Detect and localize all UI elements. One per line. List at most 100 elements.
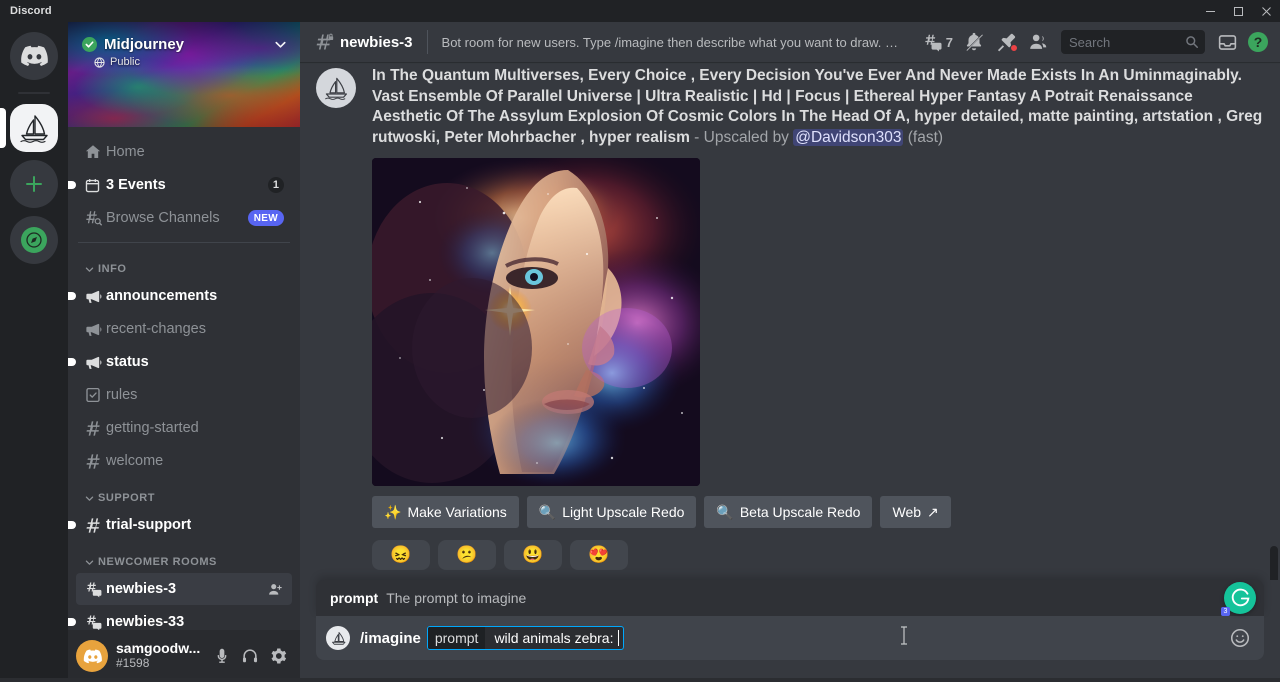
avatar[interactable] — [76, 640, 108, 672]
generated-image[interactable] — [372, 158, 700, 486]
unread-indicator — [68, 618, 76, 626]
smiling-face-reaction[interactable]: 😃 — [504, 540, 562, 570]
confounded-face-reaction[interactable]: 😖 — [372, 540, 430, 570]
command-bot-avatar — [326, 626, 350, 650]
calendar-icon — [84, 177, 106, 194]
hash-lock-channel-icon — [84, 613, 106, 631]
hash-channel-icon — [84, 419, 106, 438]
sidebar-item-trial-support[interactable]: trial-support — [76, 509, 292, 541]
grammarly-button[interactable]: 3 — [1224, 582, 1256, 614]
channel-title-group[interactable]: newbies-3 — [314, 32, 413, 52]
message-scrollbar-thumb[interactable] — [1270, 546, 1278, 580]
sidebar-item-status[interactable]: status — [76, 346, 292, 378]
unread-indicator — [68, 521, 76, 529]
beta-upscale-redo-button[interactable]: 🔍Beta Upscale Redo — [704, 496, 872, 528]
sidebar-item-newbies-3[interactable]: newbies-3 — [76, 573, 292, 605]
sidebar-item-label: Home — [106, 144, 145, 160]
channel-topic[interactable]: Bot room for new users. Type /imagine th… — [442, 35, 902, 50]
sidebar-item-welcome[interactable]: welcome — [76, 445, 292, 477]
search-input[interactable]: Search — [1061, 30, 1205, 54]
threads-icon[interactable]: 7 — [918, 28, 957, 56]
unread-count-badge: 1 — [268, 177, 284, 193]
sidebar-item-label: newbies-3 — [106, 581, 176, 597]
user-info[interactable]: samgoodw... #1598 — [116, 641, 208, 671]
announcement-channel-icon — [84, 353, 106, 372]
message-separator: - — [690, 129, 704, 146]
sidebar-item-label: announcements — [106, 288, 217, 304]
server-banner[interactable]: Midjourney Public — [68, 22, 300, 127]
button-label: Web — [892, 504, 921, 520]
window-title: Discord — [10, 5, 52, 17]
sidebar-item-label: getting-started — [106, 420, 199, 436]
message-reactions: 😖 😕 😃 😍 — [372, 540, 1264, 570]
command-parameter-value: wild animals zebra: — [485, 627, 617, 649]
light-upscale-redo-button[interactable]: 🔍Light Upscale Redo — [527, 496, 697, 528]
sidebar-item-browse-channels[interactable]: Browse ChannelsNEW — [76, 202, 292, 234]
heart-eyes-reaction[interactable]: 😍 — [570, 540, 628, 570]
sidebar-item-recent-changes[interactable]: recent-changes — [76, 313, 292, 345]
pinned-messages-icon[interactable] — [991, 28, 1021, 56]
browse-channels-icon — [84, 209, 106, 227]
sidebar-item-getting-started[interactable]: getting-started — [76, 412, 292, 444]
rules-channel-icon — [84, 386, 106, 404]
category-label: NEWCOMER ROOMS — [98, 556, 217, 568]
announcement-channel-icon — [84, 320, 106, 339]
unread-indicator — [68, 358, 76, 366]
external-link-icon: ↗ — [927, 505, 939, 519]
minimize-icon[interactable] — [1196, 0, 1224, 22]
microphone-icon[interactable] — [208, 642, 236, 670]
announcement-channel-icon — [84, 287, 106, 306]
category-newcomer-rooms[interactable]: NEWCOMER ROOMS — [76, 542, 292, 572]
unread-indicator — [68, 181, 76, 189]
sidebar-item-newbies-33[interactable]: newbies-33 — [76, 606, 292, 630]
window-controls — [1196, 0, 1280, 22]
rail-item-add-server[interactable] — [10, 160, 58, 208]
confused-face-reaction[interactable]: 😕 — [438, 540, 496, 570]
user-mention[interactable]: @Davidson303 — [793, 129, 903, 146]
help-icon[interactable]: ? — [1244, 28, 1272, 56]
server-privacy: Public — [94, 56, 140, 68]
midjourney-bot-avatar[interactable] — [316, 68, 356, 108]
category-support[interactable]: SUPPORT — [76, 478, 292, 508]
channel-list[interactable]: Home 3 Events1Browse ChannelsNEW INFO annou… — [68, 127, 300, 630]
rail-item-midjourney[interactable] — [10, 104, 58, 152]
sidebar-item-3-events[interactable]: 3 Events1 — [76, 169, 292, 201]
sidebar-item-home[interactable]: Home — [76, 136, 292, 168]
make-variations-button[interactable]: ✨Make Variations — [372, 496, 519, 528]
message-scroll-area[interactable]: In The Quantum Multiverses, Every Choice… — [300, 62, 1280, 580]
sidebar-item-announcements[interactable]: announcements — [76, 280, 292, 312]
rail-item-home[interactable] — [10, 32, 58, 80]
command-parameter-chip[interactable]: prompt wild animals zebra: — [427, 626, 624, 650]
category-info[interactable]: INFO — [76, 249, 292, 279]
hash-channel-icon — [84, 452, 106, 471]
server-rail — [0, 22, 68, 682]
close-icon[interactable] — [1252, 0, 1280, 22]
chevron-down-icon — [84, 264, 95, 275]
hash-lock-channel-icon — [314, 32, 334, 52]
inbox-icon[interactable] — [1213, 28, 1242, 56]
discord-app-window: Discord — [0, 0, 1280, 682]
message-content: In The Quantum Multiverses, Every Choice… — [372, 66, 1264, 148]
header-divider — [427, 30, 428, 54]
speed-label: (fast) — [903, 129, 943, 146]
invite-icon[interactable] — [267, 581, 284, 598]
emoji-picker-icon[interactable] — [1226, 624, 1254, 652]
maximize-icon[interactable] — [1224, 0, 1252, 22]
server-header[interactable]: Midjourney — [82, 36, 288, 53]
message-scrollbar-track[interactable] — [1270, 66, 1278, 576]
category-label: SUPPORT — [98, 492, 155, 504]
server-name: Midjourney — [104, 36, 184, 53]
channel-sidebar: Midjourney Public Home 3 Events1Browse Ch… — [68, 22, 300, 682]
button-label: Make Variations — [407, 504, 506, 520]
notifications-muted-icon[interactable] — [959, 28, 989, 56]
headphones-icon[interactable] — [236, 642, 264, 670]
member-list-icon[interactable] — [1023, 28, 1053, 56]
message-item: In The Quantum Multiverses, Every Choice… — [316, 62, 1264, 570]
sidebar-item-rules[interactable]: rules — [76, 379, 292, 411]
gear-icon[interactable] — [264, 642, 292, 670]
rail-item-explore[interactable] — [10, 216, 58, 264]
button-label: Light Upscale Redo — [562, 504, 684, 520]
chevron-down-icon[interactable] — [273, 37, 288, 52]
message-input[interactable]: /imagine prompt wild animals zebra: — [316, 616, 1264, 660]
web-button[interactable]: Web ↗ — [880, 496, 950, 528]
